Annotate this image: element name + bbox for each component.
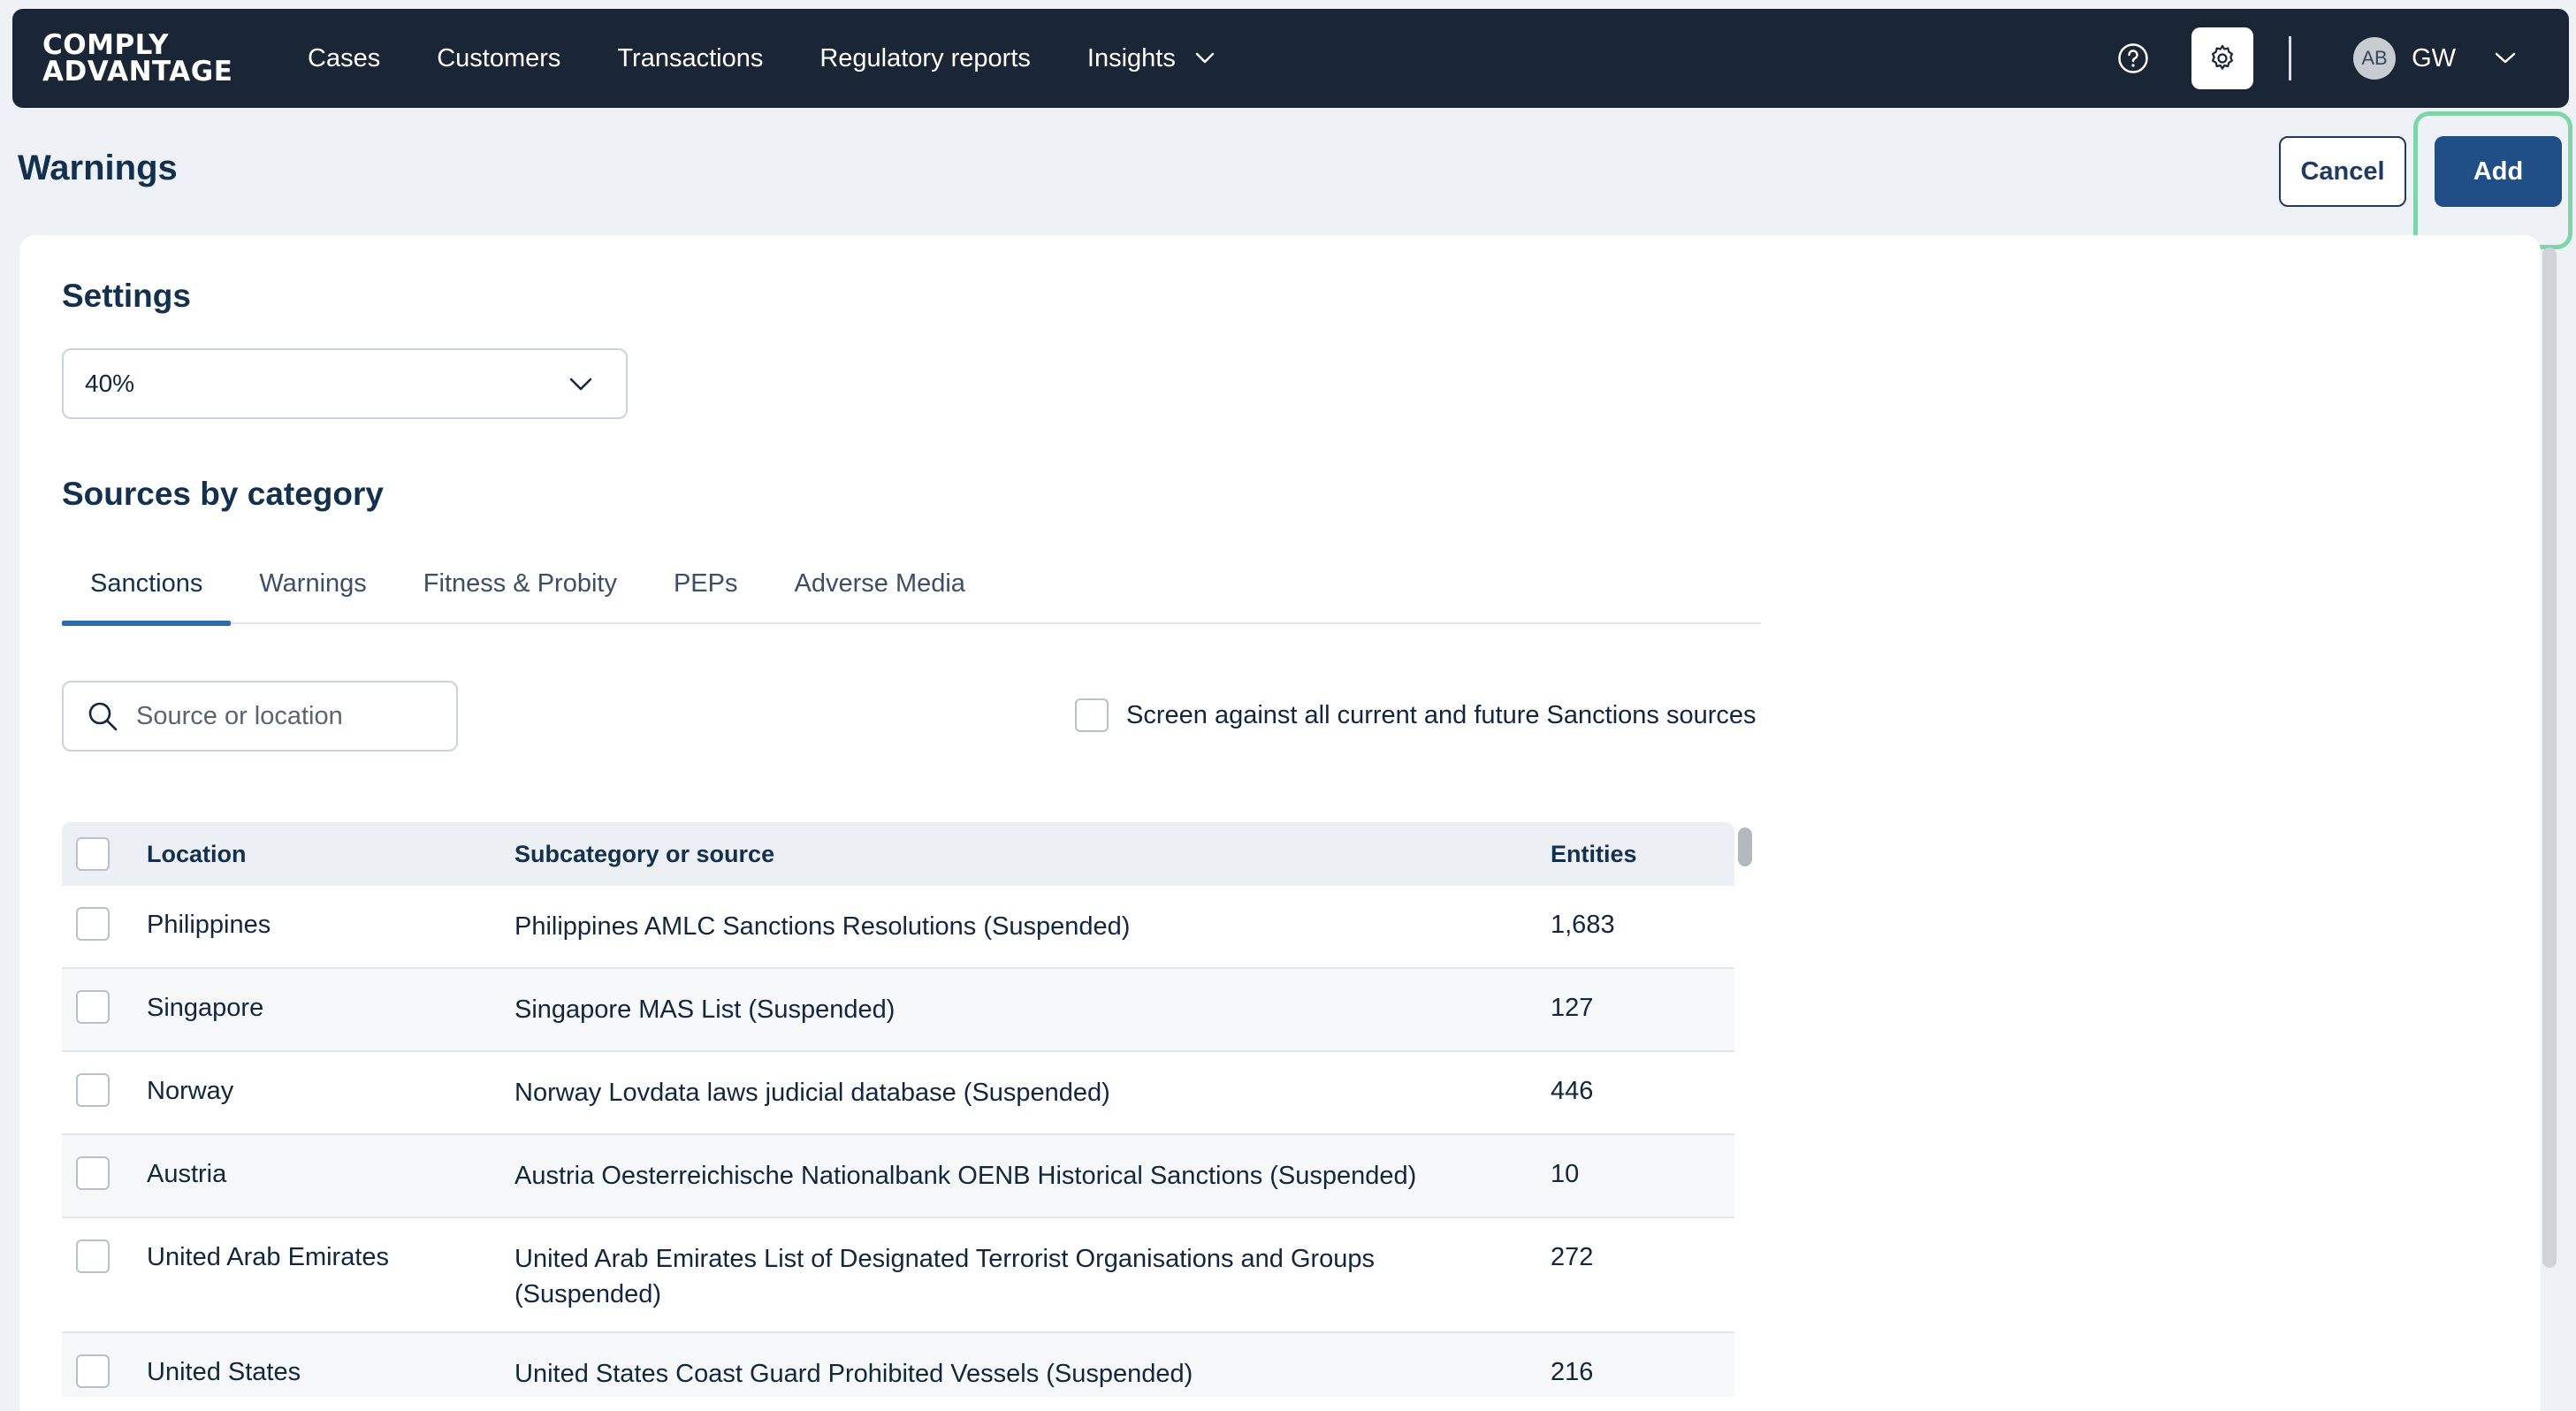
tab-fitness-probity[interactable]: Fitness & Probity [395, 557, 645, 624]
nav-right-controls: AB GW [2117, 9, 2569, 108]
brand-line-2: ADVANTAGE [42, 56, 233, 88]
tab-peps[interactable]: PEPs [645, 557, 766, 624]
table-row[interactable]: Philippines Philippines AMLC Sanctions R… [62, 886, 1734, 969]
help-circle-icon[interactable] [2117, 42, 2149, 74]
header-checkbox-cell [62, 837, 147, 871]
category-tabs: Sanctions Warnings Fitness & Probity PEP… [62, 557, 1761, 626]
brand-logo[interactable]: COMPLY ADVANTAGE [42, 29, 263, 88]
cell-location: United States [147, 1358, 301, 1386]
cell-entities: 10 [1551, 1160, 1580, 1188]
row-checkbox-cell [62, 1333, 147, 1397]
threshold-select[interactable]: 40% [62, 348, 628, 419]
cancel-button[interactable]: Cancel [2279, 136, 2406, 207]
row-checkbox[interactable] [76, 1239, 110, 1273]
top-navigation: COMPLY ADVANTAGE Cases Customers Transac… [12, 9, 2569, 108]
page-title: Warnings [18, 149, 178, 187]
nav-item-label: Transactions [617, 43, 764, 72]
gear-icon [2212, 44, 2234, 70]
select-all-checkbox[interactable] [76, 837, 110, 871]
page-scrollbar-thumb[interactable] [2542, 248, 2557, 1268]
table-row[interactable]: United Arab Emirates United Arab Emirate… [62, 1218, 1734, 1333]
brand-line-1: COMPLY [42, 29, 170, 61]
row-checkbox[interactable] [76, 1073, 110, 1107]
table-row[interactable]: United States United States Coast Guard … [62, 1333, 1734, 1397]
cell-source: United Arab Emirates List of Designated … [514, 1245, 1376, 1308]
row-checkbox-cell [62, 1135, 147, 1215]
nav-menu: Cases Customers Transactions Regulatory … [308, 44, 1271, 73]
row-checkbox-cell [62, 1052, 147, 1132]
add-button[interactable]: Add [2435, 136, 2562, 207]
cell-entities: 1,683 [1551, 911, 1615, 939]
nav-item-cases[interactable]: Cases [308, 44, 380, 73]
header-location[interactable]: Location [147, 841, 514, 868]
row-checkbox[interactable] [76, 907, 110, 941]
cell-location: Singapore [147, 994, 264, 1022]
chevron-down-icon [569, 378, 592, 391]
cell-entities: 446 [1551, 1077, 1594, 1105]
screen-all-checkbox[interactable] [1075, 698, 1109, 732]
avatar[interactable]: AB [2353, 37, 2397, 80]
nav-item-label: Customers [437, 43, 561, 72]
row-checkbox-cell [62, 886, 147, 965]
row-checkbox[interactable] [76, 990, 110, 1024]
cell-location: Austria [147, 1160, 227, 1188]
cell-entities: 127 [1551, 994, 1594, 1022]
row-checkbox-cell [62, 1218, 147, 1293]
row-checkbox[interactable] [76, 1354, 110, 1388]
nav-item-customers[interactable]: Customers [437, 44, 560, 73]
nav-divider [2289, 36, 2292, 80]
chevron-down-icon[interactable] [2495, 52, 2516, 65]
header-source[interactable]: Subcategory or source [514, 836, 1551, 872]
nav-item-label: Regulatory reports [819, 43, 1031, 72]
nav-item-regulatory-reports[interactable]: Regulatory reports [819, 44, 1031, 73]
search-icon [88, 702, 118, 731]
cell-source: Austria Oesterreichische Nationalbank OE… [514, 1162, 1417, 1190]
cell-location: United Arab Emirates [147, 1243, 390, 1271]
settings-button[interactable] [2191, 27, 2254, 89]
tab-adverse-media[interactable]: Adverse Media [766, 557, 994, 624]
user-initials[interactable]: GW [2412, 44, 2456, 73]
table-scrollbar-thumb[interactable] [1738, 828, 1752, 866]
cell-location: Norway [147, 1077, 234, 1105]
tab-sanctions[interactable]: Sanctions [62, 557, 232, 626]
table-header: Location Subcategory or source Entities [62, 822, 1734, 886]
sources-title: Sources by category [62, 476, 384, 512]
screen-all-option: Screen against all current and future Sa… [1075, 698, 1757, 732]
search-input[interactable] [136, 701, 437, 731]
table-row[interactable]: Singapore Singapore MAS List (Suspended)… [62, 969, 1734, 1052]
screen-all-label: Screen against all current and future Sa… [1126, 700, 1757, 729]
cell-entities: 272 [1551, 1243, 1594, 1271]
nav-item-insights[interactable]: Insights [1087, 44, 1215, 73]
cell-source: Philippines AMLC Sanctions Resolutions (… [514, 912, 1131, 941]
cell-entities: 216 [1551, 1358, 1594, 1386]
cell-location: Philippines [147, 911, 271, 939]
nav-item-transactions[interactable]: Transactions [617, 44, 763, 73]
tab-warnings[interactable]: Warnings [231, 557, 394, 624]
header-entities[interactable]: Entities [1551, 841, 1727, 868]
table-scrollbar-track[interactable] [1734, 822, 1757, 1397]
sources-table: Location Subcategory or source Entities … [62, 822, 1734, 1397]
table-row[interactable]: Norway Norway Lovdata laws judicial data… [62, 1052, 1734, 1135]
chevron-down-icon [1195, 52, 1215, 64]
settings-title: Settings [62, 278, 191, 314]
row-checkbox-cell [62, 969, 147, 1049]
nav-item-label: Insights [1086, 43, 1176, 72]
threshold-value: 40% [85, 370, 135, 397]
cell-source: United States Coast Guard Prohibited Ves… [514, 1360, 1193, 1388]
nav-item-label: Cases [308, 43, 381, 72]
row-checkbox[interactable] [76, 1156, 110, 1190]
table-row[interactable]: Austria Austria Oesterreichische Nationa… [62, 1135, 1734, 1218]
cell-source: Singapore MAS List (Suspended) [514, 995, 896, 1024]
source-search[interactable] [62, 681, 458, 751]
cell-source: Norway Lovdata laws judicial database (S… [514, 1079, 1110, 1107]
